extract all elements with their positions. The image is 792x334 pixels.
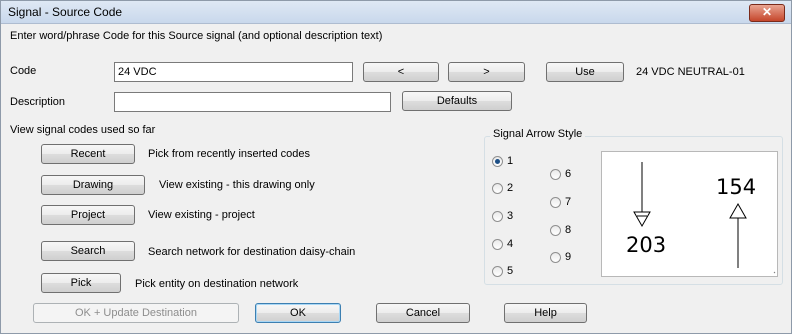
close-button[interactable]: ✕ [749,4,785,22]
title-bar[interactable]: Signal - Source Code ✕ [1,1,791,24]
arrow-style-radio-4[interactable]: 4 [492,238,513,250]
prompt-text: Enter word/phrase Code for this Source s… [10,30,383,42]
dialog-window: Signal - Source Code ✕ Enter word/phrase… [0,0,792,334]
description-label: Description [10,96,66,108]
use-value-text: 24 VDC NEUTRAL-01 [636,66,745,78]
radio-icon [550,196,561,208]
close-icon: ✕ [761,5,773,19]
radio-icon [550,251,561,263]
view-section-heading: View signal codes used so far [10,124,156,136]
ok-update-destination-button[interactable]: OK + Update Destination [33,303,239,323]
drawing-button[interactable]: Drawing [41,175,145,195]
arrow-style-title: Signal Arrow Style [490,128,586,140]
project-button[interactable]: Project [41,205,135,225]
radio-selected-icon [492,155,503,167]
arrow-style-radio-6[interactable]: 6 [550,168,571,180]
ok-button[interactable]: OK [255,303,341,323]
help-button[interactable]: Help [504,303,587,323]
radio-icon [550,224,561,236]
radio-icon [492,182,503,194]
prev-code-button[interactable]: < [363,62,439,82]
arrow-style-radio-1[interactable]: 1 [492,155,513,167]
radio-icon [492,265,503,277]
arrow-style-radio-7[interactable]: 7 [550,196,571,208]
up-arrow-label: 154 [716,175,756,199]
pick-description: Pick entity on destination network [135,278,299,290]
recent-description: Pick from recently inserted codes [148,148,311,160]
arrow-style-radio-5[interactable]: 5 [492,265,513,277]
cancel-button[interactable]: Cancel [376,303,470,323]
radio-icon [550,168,561,180]
arrow-style-preview: 203 154 [601,151,778,277]
next-code-button[interactable]: > [448,62,525,82]
arrow-style-radio-3[interactable]: 3 [492,210,513,222]
defaults-button[interactable]: Defaults [402,91,512,111]
arrow-style-radio-9[interactable]: 9 [550,251,571,263]
down-arrow-head [633,211,651,228]
arrow-preview-icon: 203 154 [626,162,776,274]
use-button[interactable]: Use [546,62,624,82]
project-description: View existing - project [148,209,255,221]
radio-icon [492,210,503,222]
search-button[interactable]: Search [41,241,135,261]
down-arrow-label: 203 [626,233,666,257]
pick-button[interactable]: Pick [41,273,121,293]
recent-button[interactable]: Recent [41,144,135,164]
arrow-style-radio-8[interactable]: 8 [550,224,571,236]
description-input[interactable] [114,92,391,112]
radio-icon [492,238,503,250]
code-label: Code [10,65,37,77]
drawing-description: View existing - this drawing only [159,179,315,191]
code-input[interactable] [114,62,353,82]
up-arrow-head [729,202,747,219]
arrow-style-radio-2[interactable]: 2 [492,182,513,194]
window-title: Signal - Source Code [8,5,123,19]
search-description: Search network for destination daisy-cha… [148,246,356,258]
